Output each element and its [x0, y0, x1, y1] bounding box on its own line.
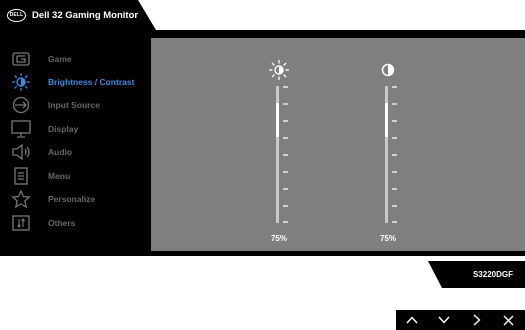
tick	[283, 205, 288, 207]
menu-item-input-source[interactable]: Input Source	[0, 93, 151, 116]
tick	[283, 137, 288, 139]
tick	[283, 188, 288, 190]
tick	[392, 171, 397, 173]
brightness-fill	[276, 103, 279, 138]
menu-item-label: Game	[48, 53, 72, 64]
tick	[392, 137, 397, 139]
right-button[interactable]	[466, 311, 488, 329]
menu-item-label: Input Source	[48, 99, 100, 110]
up-arrow-icon	[406, 316, 418, 324]
model-name: S3220DGF	[472, 270, 513, 279]
close-icon	[503, 315, 514, 325]
menu-item-label: Others	[48, 217, 76, 228]
menu-item-label: Audio	[48, 146, 73, 157]
tick	[392, 221, 397, 223]
speaker-icon	[11, 143, 31, 161]
menu-item-label: Brightness / Contrast	[48, 76, 135, 87]
game-icon	[11, 50, 31, 68]
menu-icon	[11, 166, 31, 185]
main-menu: Game Brightness / Contrast Input Source …	[0, 30, 151, 256]
settings-panel: 75% 75%	[151, 38, 525, 251]
tick	[283, 103, 288, 105]
tick	[283, 86, 288, 88]
monitor-title: Dell 32 Gaming Monitor	[32, 9, 139, 21]
tick	[283, 221, 288, 223]
brightness-icon	[11, 72, 31, 91]
star-icon	[11, 189, 31, 208]
tick	[392, 188, 397, 190]
brightness-track[interactable]	[276, 86, 288, 223]
menu-item-audio[interactable]: Audio	[0, 140, 151, 163]
contrast-fill	[385, 103, 388, 138]
tick	[392, 154, 397, 156]
tick	[283, 154, 288, 156]
dell-logo: DELL	[7, 8, 26, 22]
menu-item-personalize[interactable]: Personalize	[0, 187, 151, 210]
osd-panel: Game Brightness / Contrast Input Source …	[0, 30, 525, 256]
tick	[392, 120, 397, 122]
menu-item-display[interactable]: Display	[0, 117, 151, 140]
nav-button-bar	[396, 310, 525, 330]
tick	[283, 171, 288, 173]
close-button[interactable]	[498, 311, 520, 329]
contrast-slider[interactable]: 75%	[368, 38, 408, 264]
brightness-value: 75%	[270, 234, 287, 243]
input-source-icon	[11, 96, 31, 114]
menu-item-game[interactable]: Game	[0, 47, 151, 70]
sun-icon	[259, 60, 299, 80]
menu-item-label: Personalize	[48, 193, 96, 204]
others-icon	[11, 214, 31, 232]
title-bar: DELL Dell 32 Gaming Monitor	[0, 0, 156, 30]
menu-item-others[interactable]: Others	[0, 211, 151, 234]
menu-item-label: Menu	[48, 170, 71, 181]
display-icon	[11, 119, 31, 138]
model-tab: S3220DGF	[428, 261, 525, 288]
menu-item-menu[interactable]: Menu	[0, 164, 151, 187]
menu-item-brightness-contrast[interactable]: Brightness / Contrast	[0, 70, 151, 93]
menu-item-label: Display	[48, 123, 79, 134]
up-button[interactable]	[401, 311, 423, 329]
right-arrow-icon	[473, 314, 481, 326]
contrast-value: 75%	[379, 234, 396, 243]
tick	[392, 86, 397, 88]
tick	[283, 120, 288, 122]
down-button[interactable]	[433, 311, 455, 329]
down-arrow-icon	[438, 316, 450, 324]
contrast-icon	[368, 60, 408, 80]
contrast-track[interactable]	[385, 86, 397, 223]
brightness-slider[interactable]: 75%	[259, 38, 299, 264]
tick	[392, 103, 397, 105]
tick	[392, 205, 397, 207]
